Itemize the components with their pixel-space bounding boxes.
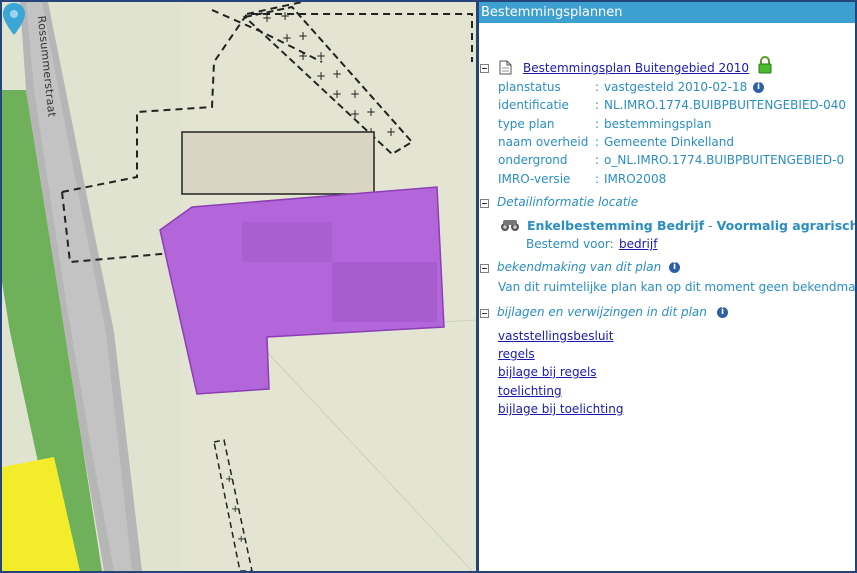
bijlage-link-text[interactable]: bijlage bij regels — [498, 365, 597, 379]
field-colon: : — [595, 98, 600, 112]
svg-text:+: + — [350, 87, 360, 101]
svg-text:+: + — [332, 67, 342, 81]
plan-name-link[interactable]: Bestemmingsplan Buitengebied 2010 — [523, 61, 749, 76]
field-value: NL.IMRO.1774.BUIBPBUITENGEBIED-040 — [604, 98, 847, 112]
binoculars-icon — [501, 220, 519, 231]
bijlage-link-text[interactable]: bijlage bij toelichting — [498, 402, 623, 416]
field-row-identificatie: identificatie : NL.IMRO.1774.BUIBPBUITEN… — [479, 98, 855, 118]
collapse-detail-button[interactable] — [480, 199, 489, 208]
info-icon[interactable]: i — [717, 307, 728, 318]
location-pin-icon[interactable] — [2, 2, 26, 36]
field-colon: : — [595, 153, 600, 167]
bijlage-link-text[interactable]: regels — [498, 347, 535, 361]
bestemd-voor-label: Bestemd voor: — [526, 237, 614, 251]
bijlage-link-toelichting[interactable]: toelichting — [498, 384, 562, 399]
bekendmaking-section-title: bekendmaking van dit plan — [497, 260, 662, 274]
svg-text:+: + — [332, 87, 342, 101]
field-value: bestemmingsplan — [604, 117, 712, 131]
bijlage-link-bijlage-toelichting[interactable]: bijlage bij toelichting — [498, 402, 623, 417]
detail-section-title: Detailinformatie locatie — [497, 195, 639, 209]
field-value: Gemeente Dinkelland — [604, 135, 734, 149]
bekendmaking-text: Van dit ruimtelijke plan kan op dit mome… — [498, 280, 855, 294]
field-row-naam-overheid: naam overheid : Gemeente Dinkelland — [479, 135, 855, 155]
bestemming-name: Enkelbestemming Bedrijf — [527, 218, 705, 233]
svg-text:+: + — [316, 69, 326, 83]
svg-text:+: + — [386, 125, 396, 139]
field-row-ondergrond: ondergrond : o_NL.IMRO.1774.BUIBPBUITENG… — [479, 153, 855, 173]
collapse-bekendmaking-button[interactable] — [480, 264, 489, 273]
bijlage-link-regels[interactable]: regels — [498, 347, 535, 362]
svg-text:+: + — [316, 49, 326, 63]
field-colon: : — [595, 117, 600, 131]
svg-text:+: + — [298, 49, 308, 63]
bestemd-voor-link[interactable]: bedrijf — [619, 237, 657, 252]
bijlage-link-text[interactable]: vaststellingsbesluit — [498, 329, 613, 343]
field-value: o_NL.IMRO.1774.BUIBPBUITENGEBIED-0 — [604, 153, 845, 167]
field-label: naam overheid — [498, 135, 589, 149]
info-icon[interactable]: i — [669, 262, 680, 273]
collapse-bijlagen-button[interactable] — [480, 309, 489, 318]
bijlage-link-text[interactable]: toelichting — [498, 384, 562, 398]
info-icon[interactable]: i — [753, 82, 764, 93]
bestemming-detail: Voormalig agrarisch — [716, 218, 855, 233]
bijlage-link-vaststellingsbesluit[interactable]: vaststellingsbesluit — [498, 329, 613, 344]
svg-text:+: + — [366, 105, 376, 119]
field-label: identificatie — [498, 98, 569, 112]
svg-text:+: + — [280, 9, 290, 23]
svg-text:+: + — [237, 534, 245, 545]
collapse-plan-button[interactable] — [480, 64, 489, 73]
map-canvas: ++ ++ ++ ++ ++ ++ ++ +++ — [2, 2, 476, 571]
svg-text:+: + — [282, 31, 292, 45]
bijlagen-section-title: bijlagen en verwijzingen in dit plan — [497, 305, 707, 319]
field-row-imro-versie: IMRO-versie : IMRO2008 — [479, 172, 855, 192]
bestemming-separator: - — [704, 218, 717, 233]
svg-text:+: + — [262, 11, 272, 25]
field-row-planstatus: planstatus : vastgesteld 2010-02-18 i — [479, 80, 855, 100]
field-row-type-plan: type plan : bestemmingsplan — [479, 117, 855, 137]
field-colon: : — [595, 80, 600, 94]
svg-text:+: + — [225, 474, 233, 485]
svg-text:+: + — [298, 29, 308, 43]
svg-text:+: + — [231, 504, 239, 515]
map-view[interactable]: ++ ++ ++ ++ ++ ++ ++ +++ Rossummerstraat — [2, 2, 476, 571]
field-label: type plan — [498, 117, 555, 131]
panel-title: Bestemmingsplannen — [479, 2, 855, 23]
field-label: ondergrond — [498, 153, 568, 167]
lock-icon — [758, 56, 772, 74]
bijlage-link-bijlage-regels[interactable]: bijlage bij regels — [498, 365, 597, 380]
field-colon: : — [595, 135, 600, 149]
building-outline — [181, 131, 375, 195]
info-panel: Bestemmingsplannen Bestemmingsplan Buite… — [479, 2, 855, 571]
field-label: planstatus — [498, 80, 561, 94]
svg-text:+: + — [350, 107, 360, 121]
field-colon: : — [595, 172, 600, 186]
document-icon — [499, 60, 512, 75]
field-value: IMRO2008 — [604, 172, 667, 186]
field-label: IMRO-versie — [498, 172, 571, 186]
field-value: vastgesteld 2010-02-18 — [604, 80, 748, 94]
